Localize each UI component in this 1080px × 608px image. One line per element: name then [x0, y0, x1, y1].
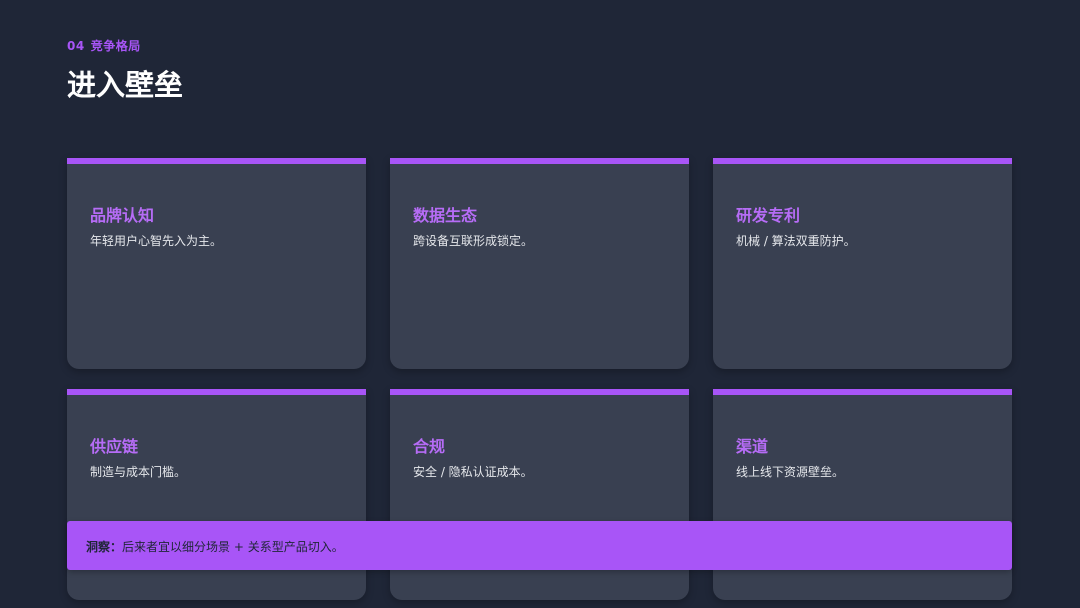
- card-title: 品牌认知: [90, 206, 155, 225]
- barrier-card-data-ecosystem: 数据生态 跨设备互联形成锁定。: [390, 158, 689, 369]
- card-accent-bar: [713, 158, 1012, 164]
- card-description: 制造与成本门槛。: [90, 465, 187, 479]
- card-description: 跨设备互联形成锁定。: [413, 234, 534, 248]
- section-number: 04: [67, 39, 85, 53]
- card-description: 线上线下资源壁垒。: [736, 465, 845, 479]
- page-title: 进入壁垒: [67, 68, 184, 102]
- card-accent-bar: [67, 389, 366, 395]
- card-title: 数据生态: [413, 206, 478, 225]
- card-title: 供应链: [90, 437, 139, 456]
- card-accent-bar: [390, 158, 689, 164]
- card-description: 年轻用户心智先入为主。: [90, 234, 223, 248]
- section-name: 竞争格局: [90, 39, 141, 53]
- barrier-card-brand: 品牌认知 年轻用户心智先入为主。: [67, 158, 366, 369]
- card-accent-bar: [67, 158, 366, 164]
- section-label: 04 竞争格局: [67, 37, 141, 54]
- insight-text: 洞察：后来者宜以细分场景 + 关系型产品切入。: [86, 538, 344, 555]
- insight-body: 后来者宜以细分场景 + 关系型产品切入。: [122, 540, 344, 554]
- barrier-card-patents: 研发专利 机械 / 算法双重防护。: [713, 158, 1012, 369]
- card-title: 合规: [413, 437, 446, 456]
- card-title: 渠道: [736, 437, 769, 456]
- card-accent-bar: [390, 389, 689, 395]
- card-title: 研发专利: [736, 206, 801, 225]
- insight-label: 洞察：: [86, 540, 123, 554]
- card-accent-bar: [713, 389, 1012, 395]
- insight-banner: 洞察：后来者宜以细分场景 + 关系型产品切入。: [67, 521, 1012, 570]
- card-description: 安全 / 隐私认证成本。: [413, 465, 533, 479]
- card-description: 机械 / 算法双重防护。: [736, 234, 856, 248]
